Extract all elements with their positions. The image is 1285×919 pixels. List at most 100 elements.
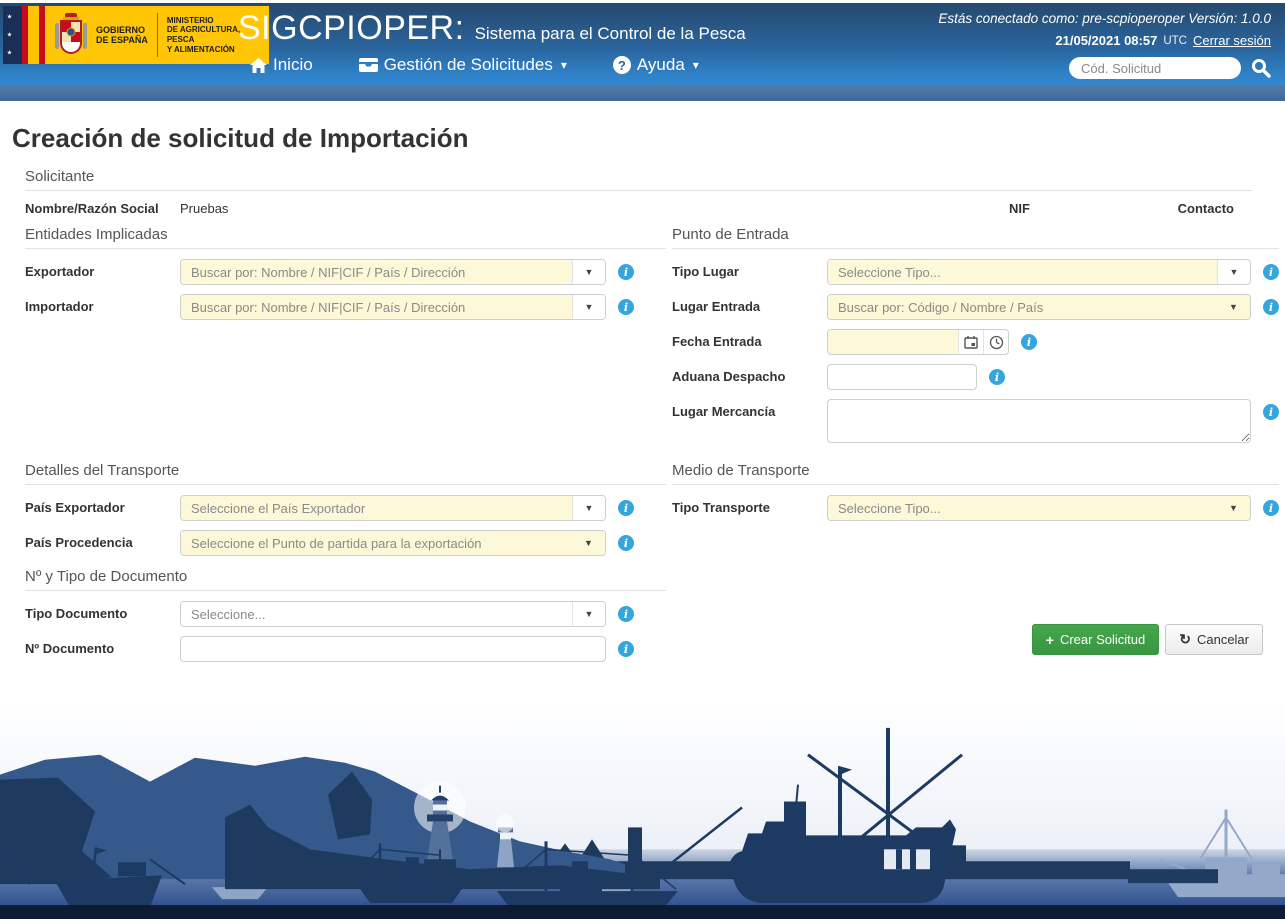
nav-inicio-label: Inicio (273, 55, 313, 74)
tipo-transporte-dropdown[interactable]: Seleccione Tipo... ▼ (827, 495, 1251, 521)
fecha-entrada-label: Fecha Entrada (672, 334, 762, 349)
app-title: SIGCPIOPER: (238, 9, 465, 47)
tipo-documento-placeholder: Seleccione... (181, 602, 572, 626)
lugar-entrada-dropdown[interactable]: Buscar por: Código / Nombre / País ▼ (827, 294, 1251, 320)
dropdown-arrow-icon[interactable]: ▼ (572, 496, 605, 520)
info-icon[interactable]: i (1263, 299, 1279, 315)
section-entidades-implicadas: Entidades Implicadas Exportador Buscar p… (25, 226, 666, 452)
section-documento: Nº y Tipo de Documento Tipo Documento Se… (25, 568, 666, 662)
exportador-placeholder: Buscar por: Nombre / NIF|CIF / País / Di… (181, 260, 572, 284)
lugar-mercancia-textarea[interactable] (827, 399, 1251, 443)
footer-bottom-strip (0, 905, 1285, 919)
main-nav: Inicio Gestión de Solicitudes ▾ ? Ayuda … (250, 55, 699, 75)
nombre-razon-value: Pruebas (180, 201, 229, 216)
num-documento-label: Nº Documento (25, 641, 115, 656)
nav-gestion-solicitudes[interactable]: Gestión de Solicitudes ▾ (358, 55, 567, 75)
section-detalles-transporte: Detalles del Transporte País Exportador … (25, 462, 666, 556)
footer-harbor-illustration (0, 700, 1285, 919)
aduana-despacho-label: Aduana Despacho (672, 369, 786, 384)
importador-placeholder: Buscar por: Nombre / NIF|CIF / País / Di… (181, 295, 572, 319)
exportador-combobox[interactable]: Buscar por: Nombre / NIF|CIF / País / Di… (180, 259, 606, 285)
gobierno-text: GOBIERNO DE ESPAÑA (96, 24, 148, 45)
government-logo: GOBIERNO DE ESPAÑA MINISTERIO DE AGRICUL… (3, 6, 269, 64)
home-icon (250, 57, 267, 73)
tipo-lugar-label: Tipo Lugar (672, 264, 739, 279)
clock-icon[interactable] (983, 330, 1008, 354)
nav-ayuda-label: Ayuda (636, 55, 685, 74)
importador-combobox[interactable]: Buscar por: Nombre / NIF|CIF / País / Di… (180, 294, 606, 320)
section-entidades-title: Entidades Implicadas (25, 226, 666, 249)
pais-procedencia-dropdown[interactable]: Seleccione el Punto de partida para la e… (180, 530, 606, 556)
page-title: Creación de solicitud de Importación (12, 123, 469, 153)
header-band (0, 85, 1285, 101)
cancelar-label: Cancelar (1196, 632, 1249, 647)
plus-icon: + (1045, 631, 1054, 648)
info-icon[interactable]: i (989, 369, 1005, 385)
info-icon[interactable]: i (1021, 334, 1037, 350)
tipo-documento-dropdown[interactable]: Seleccione... ▼ (180, 601, 606, 627)
section-solicitante: Solicitante (25, 168, 1252, 191)
pais-exportador-label: País Exportador (25, 500, 125, 515)
info-icon[interactable]: i (618, 641, 634, 657)
dropdown-arrow-icon[interactable]: ▼ (1217, 295, 1250, 319)
lugar-entrada-label: Lugar Entrada (672, 299, 761, 314)
chevron-down-icon: ▾ (560, 58, 567, 72)
session-datetime: 21/05/2021 08:57 (1055, 33, 1158, 48)
dropdown-arrow-icon[interactable]: ▼ (1217, 496, 1250, 520)
pais-procedencia-label: País Procedencia (25, 535, 133, 550)
calendar-icon[interactable] (958, 330, 983, 354)
info-icon[interactable]: i (1263, 264, 1279, 280)
session-info: Estás conectado como: pre-scpioperoper V… (938, 11, 1271, 26)
cancelar-button[interactable]: ↻ Cancelar (1165, 624, 1263, 655)
coat-of-arms-icon (55, 13, 87, 54)
pais-exportador-placeholder: Seleccione el País Exportador (181, 496, 572, 520)
tipo-documento-label: Tipo Documento (25, 606, 128, 621)
search-input[interactable] (1069, 57, 1241, 79)
logout-link[interactable]: Cerrar sesión (1193, 33, 1271, 48)
tipo-transporte-label: Tipo Transporte (672, 500, 770, 515)
info-icon[interactable]: i (1263, 404, 1279, 420)
section-documento-title: Nº y Tipo de Documento (25, 568, 666, 591)
help-icon: ? (612, 56, 631, 74)
app-subtitle: Sistema para el Control de la Pesca (474, 24, 746, 43)
crear-solicitud-label: Crear Solicitud (1059, 632, 1146, 647)
nav-ayuda[interactable]: ? Ayuda ▾ (612, 55, 699, 75)
dropdown-arrow-icon[interactable]: ▼ (572, 531, 605, 555)
crear-solicitud-button[interactable]: + Crear Solicitud (1031, 624, 1160, 655)
section-medio-title: Medio de Transporte (672, 462, 1279, 485)
logo-divider (156, 13, 158, 57)
utc-label: UTC (1163, 34, 1187, 47)
info-icon[interactable]: i (618, 535, 634, 551)
pais-exportador-dropdown[interactable]: Seleccione el País Exportador ▼ (180, 495, 606, 521)
info-icon[interactable]: i (618, 500, 634, 516)
dropdown-arrow-icon[interactable]: ▼ (1217, 260, 1250, 284)
dropdown-arrow-icon[interactable]: ▼ (572, 602, 605, 626)
section-punto-entrada: Punto de Entrada Tipo Lugar Seleccione T… (672, 226, 1279, 452)
info-icon[interactable]: i (618, 606, 634, 622)
pais-procedencia-placeholder: Seleccione el Punto de partida para la e… (181, 531, 572, 555)
info-icon[interactable]: i (1263, 500, 1279, 516)
tipo-lugar-dropdown[interactable]: Seleccione Tipo... ▼ (827, 259, 1251, 285)
refresh-icon: ↻ (1179, 631, 1191, 647)
search-icon[interactable] (1251, 58, 1271, 78)
tipo-transporte-placeholder: Seleccione Tipo... (828, 496, 1217, 520)
chevron-down-icon: ▾ (692, 58, 699, 72)
importador-label: Importador (25, 299, 94, 314)
inbox-icon (358, 58, 378, 72)
exportador-label: Exportador (25, 264, 95, 279)
dropdown-arrow-icon[interactable]: ▼ (572, 295, 605, 319)
lugar-entrada-placeholder: Buscar por: Código / Nombre / País (828, 295, 1217, 319)
ministry-logo-box: GOBIERNO DE ESPAÑA MINISTERIO DE AGRICUL… (45, 6, 269, 64)
app-header: GOBIERNO DE ESPAÑA MINISTERIO DE AGRICUL… (0, 3, 1285, 85)
dropdown-arrow-icon[interactable]: ▼ (572, 260, 605, 284)
section-punto-title: Punto de Entrada (672, 226, 1279, 249)
aduana-despacho-input[interactable] (827, 364, 977, 390)
nav-gestion-label: Gestión de Solicitudes (383, 55, 553, 74)
info-icon[interactable]: i (618, 299, 634, 315)
lugar-mercancia-label: Lugar Mercancía (672, 404, 776, 419)
num-documento-input[interactable] (180, 636, 606, 662)
fecha-entrada-input[interactable] (828, 330, 958, 354)
nav-inicio[interactable]: Inicio (250, 55, 313, 75)
harbor-scene (0, 700, 1285, 919)
info-icon[interactable]: i (618, 264, 634, 280)
